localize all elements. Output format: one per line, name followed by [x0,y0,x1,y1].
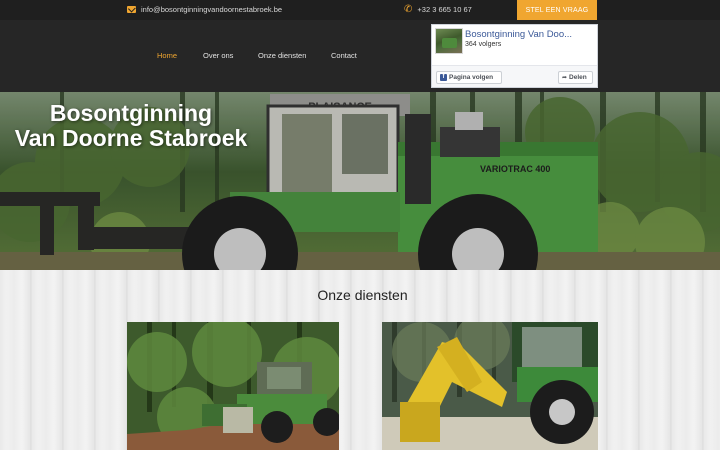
phone-text[interactable]: +32 3 665 10 67 [417,5,471,14]
hero-title-line-1: Bosontginning [49,100,213,126]
contact-bar: info@bosontginningvandoornestabroek.be ✆… [0,0,720,20]
service-image-forest-mulcher [127,322,339,450]
email-text[interactable]: info@bosontginningvandoornestabroek.be [141,5,282,14]
facebook-page-widget: Bosontginning Van Doo... 364 volgers f P… [431,24,598,88]
hero-title: Bosontginning Van Doorne Stabroek [0,101,262,151]
service-card-stump-removal[interactable] [382,322,598,450]
facebook-widget-footer: f Pagina volgen ➦ Delen [432,65,597,87]
facebook-page-thumbnail[interactable] [435,28,463,54]
share-icon: ➦ [562,75,568,81]
facebook-page-name[interactable]: Bosontginning Van Doo... [465,29,593,40]
nav-onze-diensten[interactable]: Onze diensten [258,51,306,60]
nav-over-ons[interactable]: Over ons [203,51,233,60]
ask-question-button[interactable]: STEL EEN VRAAG [517,0,597,20]
follow-page-button[interactable]: f Pagina volgen [436,71,502,84]
service-image-stump-grinder [382,322,598,450]
share-label: Delen [569,74,587,81]
facebook-followers-count: 364 volgers [465,41,502,48]
phone-contact[interactable]: ✆ +32 3 665 10 67 [404,3,472,15]
email-contact[interactable]: info@bosontginningvandoornestabroek.be [127,5,282,14]
envelope-icon [127,6,136,13]
service-card-mulching[interactable] [127,322,339,450]
phone-icon: ✆ [404,3,413,15]
services-heading: Onze diensten [317,287,408,303]
services-section: Onze diensten [0,270,720,450]
main-navigation: Home Over ons Onze diensten Contact [0,20,720,92]
facebook-icon: f [440,74,447,81]
hero-banner: PLAISANCE VARIOTRAC 400 Bosontginning Va… [0,92,720,270]
nav-contact[interactable]: Contact [331,51,357,60]
follow-page-label: Pagina volgen [449,74,494,81]
nav-home[interactable]: Home [157,51,177,60]
hero-title-line-2: Van Doorne Stabroek [14,125,248,151]
share-button[interactable]: ➦ Delen [558,71,593,84]
